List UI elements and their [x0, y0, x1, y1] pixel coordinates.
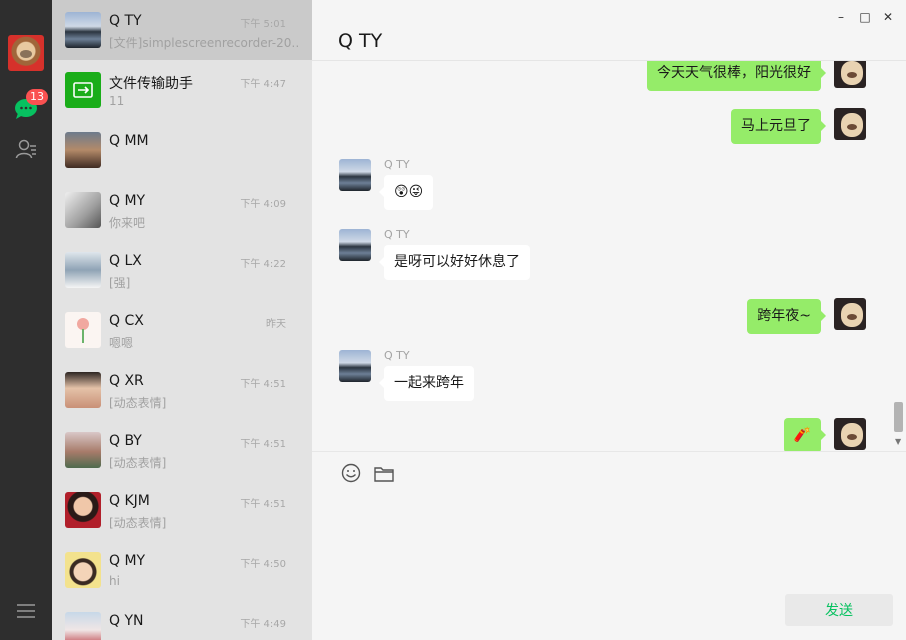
conversation-preview: 嗯嗯 — [109, 336, 134, 350]
message-bubble[interactable]: 😲😜 — [378, 175, 434, 210]
message-list: 今天天气很棒，阳光很好 马上元旦了 Q TY 😲😜 Q TY 是呀可以好好休息了… — [312, 61, 906, 451]
conversation-item[interactable]: Q TY 下午 5:01 [文件]simplescreenrecorder-20… — [52, 0, 312, 60]
input-divider — [312, 451, 906, 452]
message-bubble[interactable]: 今天天气很棒，阳光很好 — [647, 61, 826, 91]
conversation-name: Q CX — [109, 313, 144, 329]
conversation-name: Q MY — [109, 553, 146, 569]
maximize-button[interactable]: □ — [858, 10, 872, 24]
close-button[interactable]: ✕ — [881, 10, 895, 24]
avatar — [65, 552, 101, 588]
conversation-name: Q MM — [109, 133, 149, 149]
unread-badge: 13 — [26, 89, 48, 105]
avatar — [65, 612, 101, 640]
conversation-item[interactable]: Q YN 下午 4:49 — [52, 600, 312, 640]
sender-name: Q TY — [384, 349, 410, 362]
chat-scrollbar[interactable] — [894, 402, 903, 432]
message-bubble[interactable]: 一起来跨年 — [379, 366, 474, 401]
conversation-preview: [文件]simplescreenrecorder-20… — [109, 36, 299, 50]
minimize-button[interactable]: – — [834, 10, 848, 24]
avatar — [65, 432, 101, 468]
conversation-name: Q KJM — [109, 493, 150, 509]
conversation-name: Q LX — [109, 253, 142, 269]
conversation-time: 下午 4:22 — [240, 259, 286, 270]
conversation-item[interactable]: Q BY 下午 4:51 [动态表情] — [52, 420, 312, 480]
conversation-preview: [强] — [109, 276, 131, 290]
conversation-preview: 11 — [109, 94, 125, 108]
conversation-preview: 你来吧 — [109, 216, 146, 230]
avatar — [834, 61, 866, 88]
conversation-item[interactable]: Q MY 下午 4:50 hi — [52, 540, 312, 600]
conversation-item[interactable]: 文件传输助手 下午 4:47 11 — [52, 60, 312, 120]
file-transfer-icon — [65, 72, 101, 108]
avatar — [65, 12, 101, 48]
conversation-item[interactable]: Q MY 下午 4:09 你来吧 — [52, 180, 312, 240]
conversation-name: Q TY — [109, 13, 142, 29]
avatar — [339, 229, 371, 261]
conversation-time: 下午 4:51 — [240, 499, 286, 510]
menu-icon[interactable] — [17, 603, 35, 619]
folder-icon[interactable] — [374, 465, 394, 483]
conversation-time: 下午 4:49 — [240, 619, 286, 630]
emoji-icon[interactable] — [341, 463, 361, 483]
conversation-time: 下午 4:51 — [240, 439, 286, 450]
conversation-name: Q MY — [109, 193, 146, 209]
conversation-name: Q YN — [109, 613, 144, 629]
contacts-nav-icon[interactable] — [15, 138, 37, 160]
conversation-preview: [动态表情] — [109, 456, 167, 470]
avatar — [65, 312, 101, 348]
avatar — [834, 108, 866, 140]
conversation-preview: [动态表情] — [109, 396, 167, 410]
sender-name: Q TY — [384, 158, 410, 171]
my-avatar[interactable] — [8, 35, 44, 71]
app-sidebar: 13 — [0, 0, 52, 640]
avatar — [339, 159, 371, 191]
message-bubble[interactable]: 跨年夜~ — [747, 299, 826, 334]
conversation-name: Q BY — [109, 433, 142, 449]
conversation-item[interactable]: Q LX 下午 4:22 [强] — [52, 240, 312, 300]
avatar — [65, 372, 101, 408]
conversation-item[interactable]: Q MM — [52, 120, 312, 180]
send-button[interactable]: 发送 — [785, 594, 893, 626]
conversation-time: 昨天 — [266, 319, 286, 330]
conversation-time: 下午 4:51 — [240, 379, 286, 390]
avatar — [339, 350, 371, 382]
conversation-name: Q XR — [109, 373, 144, 389]
message-bubble[interactable]: 马上元旦了 — [731, 109, 826, 144]
avatar — [65, 492, 101, 528]
sender-name: Q TY — [384, 228, 410, 241]
chat-panel: Q TY – □ ✕ 今天天气很棒，阳光很好 马上元旦了 Q TY 😲😜 Q T… — [312, 0, 906, 640]
conversation-preview: [动态表情] — [109, 516, 167, 530]
avatar — [65, 192, 101, 228]
scroll-down-arrow[interactable]: ▼ — [895, 437, 901, 446]
avatar — [65, 252, 101, 288]
conversation-name: 文件传输助手 — [109, 76, 193, 92]
chat-title: Q TY — [338, 30, 383, 52]
conversation-list: Q TY 下午 5:01 [文件]simplescreenrecorder-20… — [52, 0, 312, 640]
message-bubble[interactable]: 🧨 — [783, 418, 827, 451]
conversation-time: 下午 4:09 — [240, 199, 286, 210]
conversation-time: 下午 4:50 — [240, 559, 286, 570]
conversation-item[interactable]: Q XR 下午 4:51 [动态表情] — [52, 360, 312, 420]
message-bubble[interactable]: 是呀可以好好休息了 — [379, 245, 530, 280]
avatar — [65, 132, 101, 168]
conversation-item[interactable]: Q KJM 下午 4:51 [动态表情] — [52, 480, 312, 540]
conversation-preview: hi — [109, 574, 120, 588]
avatar — [834, 298, 866, 330]
conversation-time: 下午 5:01 — [240, 19, 286, 30]
avatar — [834, 418, 866, 450]
conversation-time: 下午 4:47 — [240, 79, 286, 90]
conversation-item[interactable]: Q CX 昨天 嗯嗯 — [52, 300, 312, 360]
